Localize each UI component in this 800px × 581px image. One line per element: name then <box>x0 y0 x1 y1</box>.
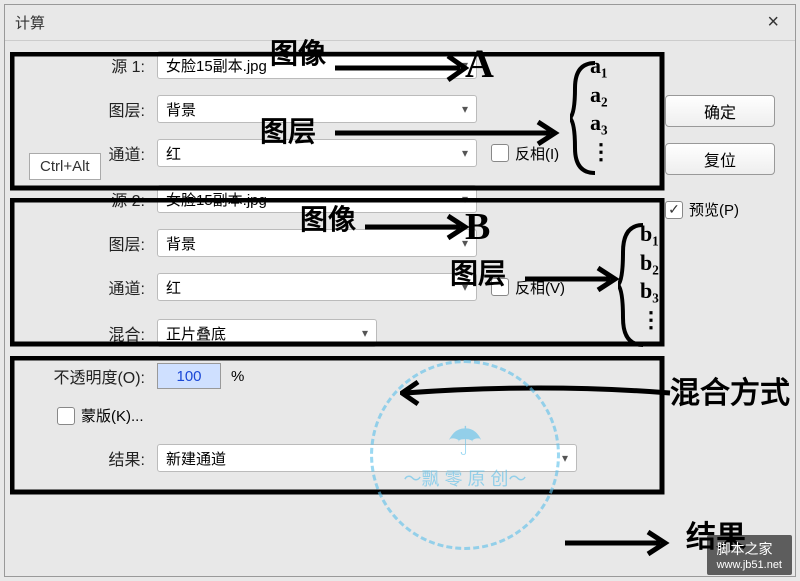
source2-layer-value: 背景 <box>166 233 196 254</box>
dialog-content: Ctrl+Alt 源 1: 女脸15副本.jpg ▾ 图层: 背景 ▾ 通道: <box>5 41 795 498</box>
checkbox-icon[interactable] <box>491 278 509 296</box>
blend-section: 混合: 正片叠底 ▾ 不透明度(O): % 蒙版(K)... <box>17 319 783 426</box>
source2-layer-label: 图层: <box>17 231 157 255</box>
checkbox-icon[interactable] <box>57 407 75 425</box>
caret-icon: ▾ <box>462 146 468 160</box>
footer-url: www.jb51.net <box>717 559 782 571</box>
dialog-window: 计算 × Ctrl+Alt 源 1: 女脸15副本.jpg ▾ 图层: 背景 ▾ <box>4 4 796 577</box>
opacity-label: 不透明度(O): <box>17 364 157 388</box>
source1-dropdown[interactable]: 女脸15副本.jpg ▾ <box>157 51 477 79</box>
source2-channel-dropdown[interactable]: 红 ▾ <box>157 273 477 301</box>
checkbox-icon[interactable] <box>491 144 509 162</box>
blend-label: 混合: <box>17 321 157 345</box>
blend-value: 正片叠底 <box>166 323 226 344</box>
source1-layer-dropdown[interactable]: 背景 ▾ <box>157 95 477 123</box>
preview-label: 预览(P) <box>689 199 739 220</box>
source2-value: 女脸15副本.jpg <box>166 189 267 210</box>
source1-channel-value: 红 <box>166 143 181 164</box>
result-label: 结果: <box>17 446 157 470</box>
source2-dropdown[interactable]: 女脸15副本.jpg ▾ <box>157 185 477 213</box>
caret-icon: ▾ <box>462 192 468 206</box>
caret-icon: ▾ <box>362 326 368 340</box>
result-row: 结果: 新建通道 ▾ <box>17 444 783 472</box>
dialog-title: 计算 <box>15 12 45 33</box>
site-watermark: 脚本之家 www.jb51.net <box>707 535 792 575</box>
caret-icon: ▾ <box>462 236 468 250</box>
footer-brand: 脚本之家 <box>717 541 773 557</box>
caret-icon: ▾ <box>462 102 468 116</box>
source2-invert-wrap[interactable]: 反相(V) <box>491 277 565 298</box>
shortcut-tooltip: Ctrl+Alt <box>29 153 101 180</box>
source1-value: 女脸15副本.jpg <box>166 55 267 76</box>
blend-dropdown[interactable]: 正片叠底 ▾ <box>157 319 377 347</box>
mask-wrap[interactable]: 蒙版(K)... <box>57 405 144 426</box>
caret-icon: ▾ <box>462 280 468 294</box>
result-value: 新建通道 <box>166 448 226 469</box>
titlebar: 计算 × <box>5 5 795 41</box>
ok-button[interactable]: 确定 <box>665 95 775 127</box>
source2-invert-label: 反相(V) <box>515 277 565 298</box>
source1-invert-wrap[interactable]: 反相(I) <box>491 143 559 164</box>
checkbox-icon[interactable] <box>665 201 683 219</box>
source2-channel-label: 通道: <box>17 275 157 299</box>
opacity-input[interactable] <box>157 363 221 389</box>
source2-channel-value: 红 <box>166 277 181 298</box>
source1-invert-label: 反相(I) <box>515 143 559 164</box>
source1-label: 源 1: <box>17 53 157 77</box>
preview-wrap[interactable]: 预览(P) <box>665 199 775 220</box>
source1-layer-label: 图层: <box>17 97 157 121</box>
percent-label: % <box>231 368 244 385</box>
caret-icon: ▾ <box>462 58 468 72</box>
result-dropdown[interactable]: 新建通道 ▾ <box>157 444 577 472</box>
source1-layer-value: 背景 <box>166 99 196 120</box>
reset-button[interactable]: 复位 <box>665 143 775 175</box>
close-icon[interactable]: × <box>761 11 785 34</box>
mask-label: 蒙版(K)... <box>81 405 144 426</box>
source2-label: 源 2: <box>17 187 157 211</box>
button-column: 确定 复位 预览(P) <box>665 95 775 220</box>
source1-channel-dropdown[interactable]: 红 ▾ <box>157 139 477 167</box>
caret-icon: ▾ <box>562 451 568 465</box>
source2-layer-dropdown[interactable]: 背景 ▾ <box>157 229 477 257</box>
